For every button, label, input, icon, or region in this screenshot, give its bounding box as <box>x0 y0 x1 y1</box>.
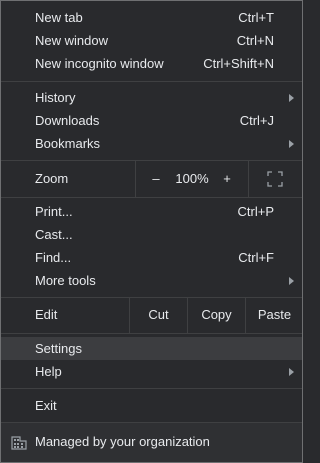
managed-by-organization[interactable]: Managed by your organization <box>1 423 302 462</box>
paste-button[interactable]: Paste <box>245 297 303 333</box>
menu-item-label: Help <box>35 364 62 379</box>
menu-item-help[interactable]: Help <box>1 360 302 383</box>
building-icon <box>11 436 27 450</box>
zoom-label: Zoom <box>35 171 69 186</box>
shortcut-label: Ctrl+P <box>237 204 274 219</box>
zoom-in-button[interactable]: + <box>220 161 234 197</box>
separator <box>1 197 302 198</box>
zoom-out-button[interactable]: – <box>150 161 162 197</box>
fullscreen-icon <box>267 171 283 187</box>
menu-item-label: Exit <box>35 398 57 413</box>
menu-item-history[interactable]: History <box>1 86 302 109</box>
menu-item-cast[interactable]: Cast... <box>1 223 302 246</box>
menu-item-label: Settings <box>35 341 82 356</box>
menu-item-find[interactable]: Find... Ctrl+F <box>1 246 302 269</box>
edit-row: Edit Cut Copy Paste <box>1 297 302 333</box>
menu-item-more-tools[interactable]: More tools <box>1 269 302 292</box>
menu-item-label: Cast... <box>35 227 73 242</box>
menu-item-exit[interactable]: Exit <box>1 394 302 417</box>
menu-item-settings[interactable]: Settings <box>1 337 302 360</box>
separator <box>1 333 302 334</box>
menu-item-label: Bookmarks <box>35 136 101 151</box>
menu-item-new-window[interactable]: New window Ctrl+N <box>1 29 302 52</box>
fullscreen-button[interactable] <box>248 161 303 197</box>
menu-item-label: History <box>35 90 76 105</box>
managed-label: Managed by your organization <box>35 434 210 449</box>
edit-label: Edit <box>35 307 58 322</box>
separator <box>1 81 302 82</box>
cut-button[interactable]: Cut <box>129 297 187 333</box>
shortcut-label: Ctrl+Shift+N <box>203 56 274 71</box>
shortcut-label: Ctrl+J <box>239 113 274 128</box>
menu-item-downloads[interactable]: Downloads Ctrl+J <box>1 109 302 132</box>
chevron-right-icon <box>289 94 294 102</box>
chevron-right-icon <box>289 277 294 285</box>
menu-item-bookmarks[interactable]: Bookmarks <box>1 132 302 155</box>
menu-item-new-incognito-window[interactable]: New incognito window Ctrl+Shift+N <box>1 52 302 75</box>
menu-item-print[interactable]: Print... Ctrl+P <box>1 200 302 223</box>
zoom-level: 100% <box>175 171 209 186</box>
menu-item-label: New incognito window <box>35 56 164 71</box>
menu-item-label: New tab <box>35 10 83 25</box>
chrome-app-menu: New tab Ctrl+T New window Ctrl+N New inc… <box>0 0 303 463</box>
zoom-row: Zoom – 100% + <box>1 161 302 197</box>
chevron-right-icon <box>289 368 294 376</box>
shortcut-label: Ctrl+F <box>238 250 274 265</box>
shortcut-label: Ctrl+T <box>238 10 274 25</box>
shortcut-label: Ctrl+N <box>236 33 274 48</box>
menu-item-label: New window <box>35 33 108 48</box>
menu-item-label: Find... <box>35 250 72 265</box>
menu-item-label: Print... <box>35 204 73 219</box>
menu-item-label: More tools <box>35 273 96 288</box>
menu-item-label: Downloads <box>35 113 100 128</box>
copy-button[interactable]: Copy <box>187 297 245 333</box>
separator <box>1 388 302 389</box>
menu-item-new-tab[interactable]: New tab Ctrl+T <box>1 6 302 29</box>
chevron-right-icon <box>289 140 294 148</box>
